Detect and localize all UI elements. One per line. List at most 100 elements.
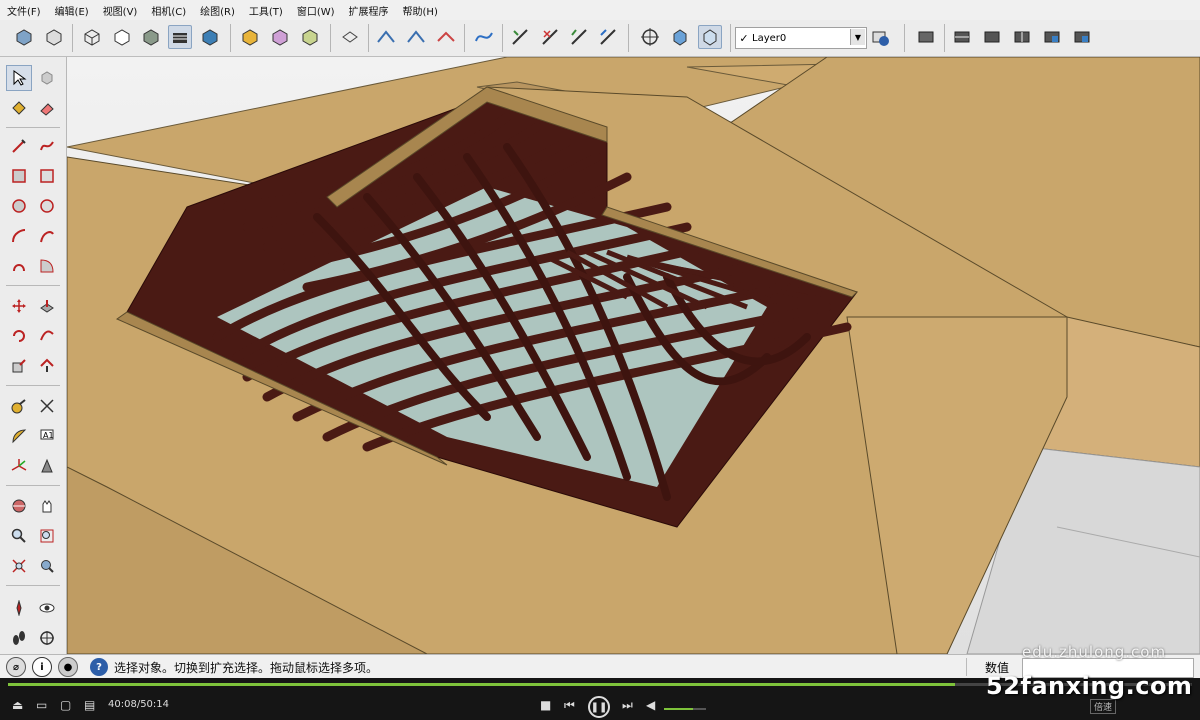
hidden-line-icon[interactable] <box>110 25 134 49</box>
comment-icon[interactable]: ▤ <box>84 698 95 712</box>
push-pull-icon[interactable] <box>34 293 60 319</box>
group-icon-6[interactable] <box>1070 25 1094 49</box>
eject-icon[interactable]: ⏏ <box>12 698 23 712</box>
eraser-icon[interactable] <box>34 95 60 121</box>
layer-select[interactable]: ✓ Layer0 ▼ <box>735 27 867 49</box>
menu-view[interactable]: 视图(V) <box>96 3 145 18</box>
offset-tool-icon[interactable] <box>34 353 60 379</box>
pan-tool-icon[interactable] <box>34 493 60 519</box>
make-component-icon[interactable] <box>34 65 60 91</box>
screen-icon[interactable]: ▭ <box>36 698 47 712</box>
chevron-down-icon[interactable]: ▼ <box>850 29 865 45</box>
group-icon-5[interactable] <box>1040 25 1064 49</box>
volume-icon[interactable]: ◀ <box>646 698 655 712</box>
back-edges-icon[interactable] <box>42 25 66 49</box>
section-plane-icon[interactable] <box>338 25 362 49</box>
xray-style-icon[interactable] <box>12 25 36 49</box>
zoom-extents-icon[interactable] <box>6 553 32 579</box>
group-icon-1[interactable] <box>914 25 938 49</box>
credits-info-icon[interactable]: i <box>32 657 52 677</box>
sandbox-contours-icon[interactable] <box>374 25 398 49</box>
monochrome-icon[interactable] <box>198 25 222 49</box>
solid-union-icon[interactable] <box>508 25 532 49</box>
shaded-icon[interactable] <box>139 25 163 49</box>
line-tool-icon[interactable] <box>6 133 32 159</box>
menu-file[interactable]: 文件(F) <box>0 3 48 18</box>
text-tool-icon[interactable]: A1 <box>34 423 60 449</box>
three-point-arc-icon[interactable] <box>6 253 32 279</box>
rotated-rectangle-icon[interactable] <box>34 163 60 189</box>
rectangle-tool-icon[interactable] <box>6 163 32 189</box>
tool-palette: A1 <box>0 57 67 654</box>
help-icon[interactable]: ? <box>90 658 108 676</box>
walk-icon[interactable] <box>698 25 722 49</box>
rotate-tool-icon[interactable] <box>6 323 32 349</box>
watermark-brand: 52fanxing.com <box>986 672 1193 700</box>
watermark-site: edu.zhulong.com <box>1022 643 1167 661</box>
axes-tool-icon[interactable] <box>6 453 32 479</box>
move-tool-icon[interactable] <box>6 293 32 319</box>
curve-icon[interactable] <box>472 25 496 49</box>
sandbox-smoove-icon[interactable] <box>434 25 458 49</box>
solid-subtract-icon[interactable] <box>538 25 562 49</box>
group-icon-3[interactable] <box>980 25 1004 49</box>
polygon-tool-icon[interactable] <box>34 193 60 219</box>
shaded-textures-icon[interactable] <box>168 25 192 49</box>
menu-window[interactable]: 窗口(W) <box>290 3 342 18</box>
solid-trim-icon[interactable] <box>567 25 591 49</box>
menu-bar: 文件(F) 编辑(E) 视图(V) 相机(C) 绘图(R) 工具(T) 窗口(W… <box>0 0 1200 21</box>
playback-time: 40:08/50:14 <box>108 699 170 710</box>
next-icon[interactable]: ⏭ <box>622 698 633 713</box>
solid-split-icon[interactable] <box>596 25 620 49</box>
sandbox-scratch-icon[interactable] <box>404 25 428 49</box>
tape-measure-icon[interactable] <box>6 393 32 419</box>
svg-text:A1: A1 <box>43 431 54 440</box>
section-plane-tool-icon[interactable] <box>34 625 60 651</box>
walk-tool-icon[interactable] <box>6 625 32 651</box>
iso-view-icon[interactable] <box>238 25 262 49</box>
user-sign-in-icon[interactable]: ● <box>58 657 78 677</box>
orbit-tool-icon[interactable] <box>6 493 32 519</box>
front-view-icon[interactable] <box>298 25 322 49</box>
geo-location-icon[interactable]: ⌀ <box>6 657 26 677</box>
position-camera-icon[interactable] <box>638 25 662 49</box>
circle-tool-icon[interactable] <box>6 193 32 219</box>
menu-extensions[interactable]: 扩展程序 <box>342 3 396 18</box>
position-camera-tool-icon[interactable] <box>6 595 32 621</box>
group-icon-4[interactable] <box>1010 25 1034 49</box>
two-point-arc-icon[interactable] <box>34 223 60 249</box>
follow-me-icon[interactable] <box>34 323 60 349</box>
model-viewport[interactable] <box>67 57 1200 654</box>
previous-view-icon[interactable] <box>34 553 60 579</box>
arc-tool-icon[interactable] <box>6 223 32 249</box>
previous-icon[interactable]: ⏮ <box>564 698 575 713</box>
paint-bucket-icon[interactable] <box>6 95 32 121</box>
speed-button[interactable]: 倍速 <box>1090 699 1117 714</box>
menu-camera[interactable]: 相机(C) <box>144 3 193 18</box>
zoom-tool-icon[interactable] <box>6 523 32 549</box>
freehand-icon[interactable] <box>34 133 60 159</box>
zoom-window-icon[interactable] <box>34 523 60 549</box>
note-icon[interactable]: ▢ <box>60 698 71 712</box>
layer-name: Layer0 <box>752 32 787 44</box>
wireframe-icon[interactable] <box>80 25 104 49</box>
dimension-tool-icon[interactable] <box>34 393 60 419</box>
scale-tool-icon[interactable] <box>6 353 32 379</box>
stop-icon[interactable]: ■ <box>540 698 551 712</box>
volume-slider[interactable] <box>664 708 706 710</box>
group-icon-2[interactable] <box>950 25 974 49</box>
menu-help[interactable]: 帮助(H) <box>396 3 445 18</box>
3d-text-icon[interactable] <box>34 453 60 479</box>
select-tool-icon[interactable] <box>6 65 32 91</box>
look-around-tool-icon[interactable] <box>34 595 60 621</box>
layer-manager-icon[interactable] <box>868 25 892 49</box>
menu-draw[interactable]: 绘图(R) <box>193 3 242 18</box>
menu-edit[interactable]: 编辑(E) <box>48 3 96 18</box>
protractor-icon[interactable] <box>6 423 32 449</box>
look-around-icon[interactable] <box>668 25 692 49</box>
menu-tools[interactable]: 工具(T) <box>242 3 290 18</box>
pie-tool-icon[interactable] <box>34 253 60 279</box>
pause-button[interactable]: ❚❚ <box>588 696 610 718</box>
top-view-icon[interactable] <box>268 25 292 49</box>
playback-progress-fill <box>8 683 956 686</box>
